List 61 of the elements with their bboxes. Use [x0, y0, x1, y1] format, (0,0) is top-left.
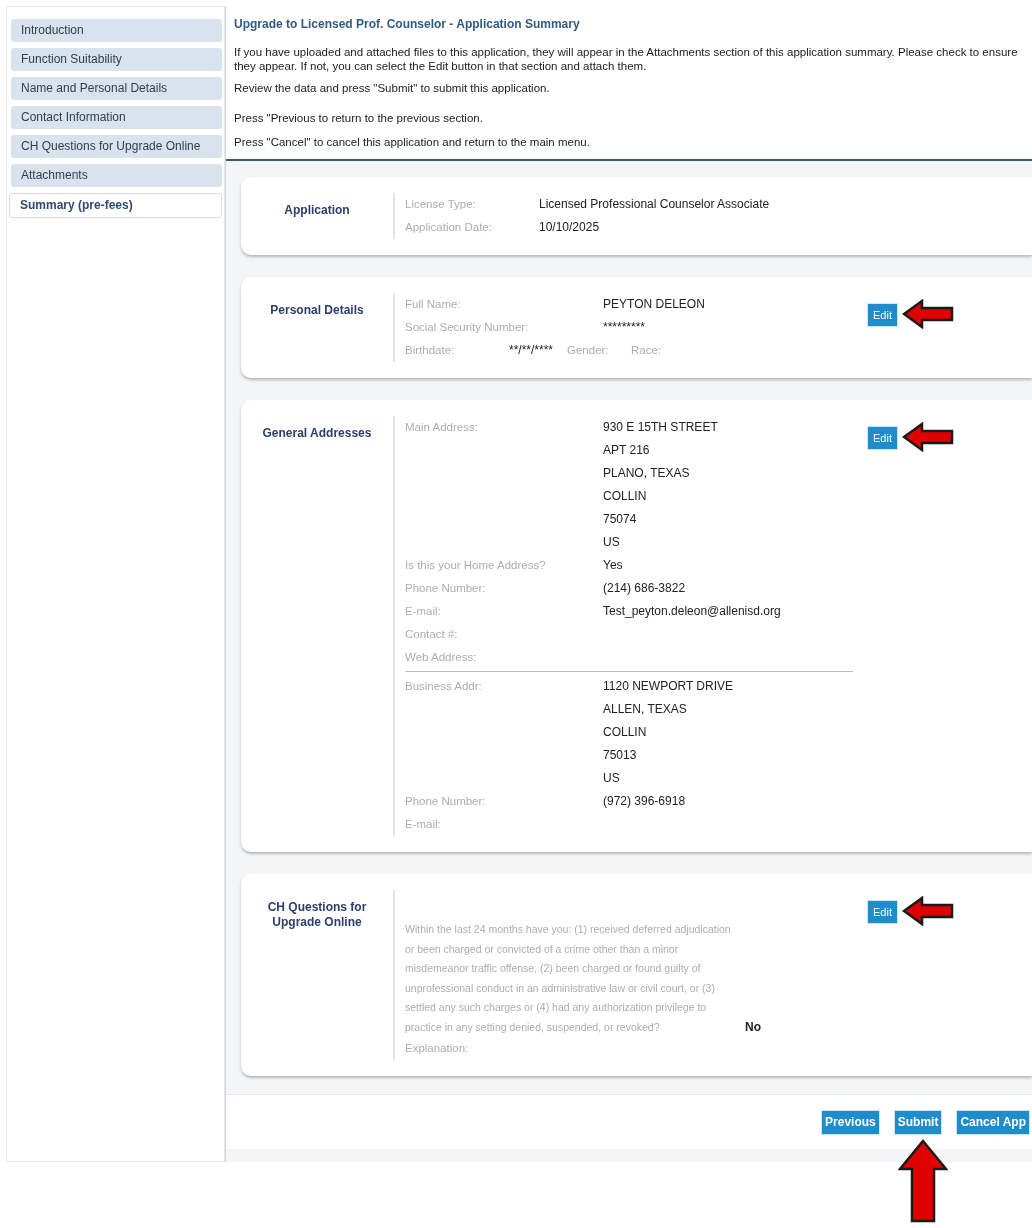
- field-label: Is this your Home Address?: [405, 558, 547, 573]
- field-label: Birthdate:: [405, 343, 456, 358]
- field-value: COLLIN: [603, 488, 648, 505]
- field-value: US: [603, 770, 621, 787]
- field-value: 1120 NEWPORT DRIVE: [603, 678, 734, 695]
- section-title: Personal Details: [270, 303, 364, 319]
- action-button[interactable]: Cancel App: [956, 1110, 1030, 1135]
- instruction-text: If you have uploaded and attached files to this application, they will appear in the Attachments section of this application summary. Please check to ensure they appear. If not, you can select the Edit button in that section and attach them.: [234, 45, 1019, 73]
- field-value: Yes: [603, 557, 623, 574]
- field-value: (972) 396-6918: [603, 793, 686, 810]
- field-label: Explanation:: [405, 1041, 469, 1056]
- sidebar-item[interactable]: Function Suitability: [11, 48, 222, 71]
- field-label: Race:: [631, 343, 662, 358]
- field-value: 10/10/2025: [539, 219, 600, 236]
- field-value: 75074: [603, 511, 638, 528]
- field-label: Web Address:: [405, 650, 478, 665]
- answer-value: No: [745, 1018, 761, 1036]
- edit-button[interactable]: Edit: [867, 303, 898, 327]
- field-value: Licensed Professional Counselor Associate: [539, 196, 770, 213]
- sidebar-item[interactable]: CH Questions for Upgrade Online: [11, 135, 222, 158]
- field-label: License Type:: [405, 197, 477, 212]
- sidebar-item[interactable]: Contact Information: [11, 106, 222, 129]
- instruction-text: Press "Cancel" to cancel this application and return to the main menu.: [234, 135, 591, 149]
- section-title: CH Questions for Upgrade Online: [266, 900, 368, 931]
- field-label: Gender:: [567, 343, 610, 358]
- section-title: Application: [284, 203, 350, 219]
- field-label: Application Date:: [405, 220, 493, 235]
- page-title: Upgrade to Licensed Prof. Counselor - Application Summary: [234, 16, 581, 33]
- instruction-text: Press "Previous to return to the previous section.: [234, 111, 484, 125]
- action-button[interactable]: Submit: [893, 1110, 943, 1135]
- question-text: Within the last 24 months have you: (1) received deferred adjudication or been charged or convicted of a crime other than a minor misdemeanor traffic offense, (2) been charged or found guilty of unprofessional conduct in an administrative law or civil court, or (3) settled any such charges or (4) had any authorization privilege to practice in any setting denied, suspended, or revoked?: [405, 922, 732, 1035]
- field-value: 930 E 15TH STREET: [603, 419, 718, 436]
- field-label: Business Addr:: [405, 679, 483, 694]
- sidebar-item[interactable]: Attachments: [11, 164, 222, 187]
- action-button[interactable]: Previous: [821, 1110, 880, 1135]
- field-label: Main Address:: [405, 420, 479, 435]
- field-value: PLANO, TEXAS: [603, 465, 691, 482]
- field-value: PEYTON DELEON: [603, 296, 705, 313]
- field-label: Social Security Number:: [405, 320, 530, 335]
- field-label: E-mail:: [405, 817, 442, 832]
- section-title: General Addresses: [262, 426, 372, 442]
- field-value: ALLEN, TEXAS: [603, 701, 688, 718]
- sidebar-item[interactable]: Name and Personal Details: [11, 77, 222, 100]
- field-value: COLLIN: [603, 724, 648, 741]
- sidebar-item[interactable]: Introduction: [11, 19, 222, 42]
- field-label: Contact #:: [405, 627, 459, 642]
- field-value: *********: [603, 319, 646, 336]
- sidebar-item[interactable]: Summary (pre-fees): [9, 193, 222, 218]
- field-value: Test_peyton.deleon@allenisd.org: [603, 603, 781, 620]
- field-value: APT 216: [603, 442, 651, 459]
- field-label: E-mail:: [405, 604, 442, 619]
- edit-button[interactable]: Edit: [867, 900, 898, 924]
- edit-button[interactable]: Edit: [867, 426, 898, 450]
- field-label: Full Name:: [405, 297, 462, 312]
- field-value: **/**/****: [509, 342, 555, 359]
- instruction-text: Review the data and press "Submit" to submit this application.: [234, 81, 551, 95]
- field-label: Phone Number:: [405, 581, 487, 596]
- field-value: US: [603, 534, 621, 551]
- field-value: (214) 686-3822: [603, 580, 686, 597]
- field-value: 75013: [603, 747, 638, 764]
- field-label: Phone Number:: [405, 794, 487, 809]
